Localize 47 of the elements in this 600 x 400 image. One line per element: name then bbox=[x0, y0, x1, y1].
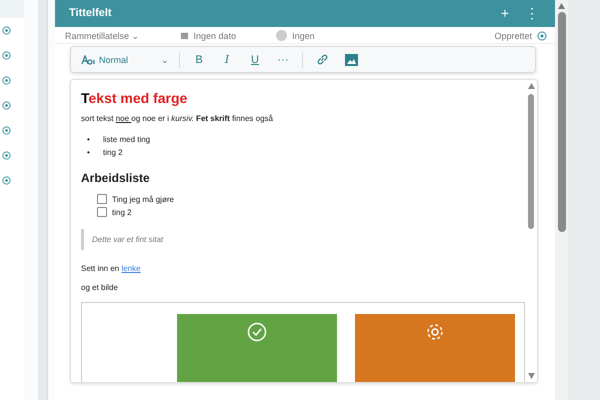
text-style-icon bbox=[81, 54, 95, 64]
radio-dot-icon bbox=[2, 26, 11, 35]
radio-dot-icon bbox=[2, 126, 11, 135]
text-line: og et bilde bbox=[81, 282, 119, 292]
more-button[interactable]: ⋮ bbox=[517, 5, 547, 22]
radio-dot-icon bbox=[2, 76, 11, 85]
status-label: Opprettet bbox=[494, 30, 532, 41]
scroll-up-icon[interactable] bbox=[558, 3, 565, 9]
italic-button[interactable]: I bbox=[214, 53, 240, 66]
bullet-marker: • bbox=[87, 134, 91, 146]
panel-title: Tittelfelt bbox=[69, 7, 113, 20]
more-button[interactable]: ··· bbox=[270, 54, 296, 66]
bullet-item: liste med ting bbox=[103, 134, 150, 146]
radio-dot-icon bbox=[2, 151, 11, 160]
add-button[interactable]: + bbox=[492, 5, 517, 22]
bold-button[interactable]: B bbox=[186, 54, 212, 66]
image-icon[interactable] bbox=[345, 54, 358, 66]
gear-icon bbox=[425, 322, 445, 342]
checkbox[interactable] bbox=[97, 207, 107, 218]
task-label: ting 2 bbox=[112, 208, 132, 217]
date-label: Ingen dato bbox=[194, 30, 236, 41]
calendar-icon bbox=[180, 31, 189, 40]
radio-dot-icon bbox=[537, 30, 547, 41]
scroll-down-icon[interactable] bbox=[528, 373, 534, 379]
checkmark-icon bbox=[247, 322, 267, 342]
assignee-label: Ingen bbox=[292, 30, 315, 41]
text-line: Sett inn en bbox=[81, 264, 120, 273]
subheading: Arbeidsliste bbox=[81, 170, 151, 185]
underline-button[interactable]: U bbox=[242, 54, 268, 66]
format-dropdown[interactable]: Normal ⌄ bbox=[77, 54, 173, 64]
radio-dot-icon bbox=[2, 51, 11, 60]
radio-dot-icon bbox=[2, 176, 11, 185]
bullet-marker: • bbox=[87, 146, 91, 159]
scrollbar[interactable] bbox=[555, 0, 568, 400]
type-dropdown[interactable]: Rammetillatelse ⌄ bbox=[65, 30, 140, 41]
quote: Dette var et fint sitat bbox=[81, 228, 515, 250]
heading: Tekst med farge bbox=[81, 90, 188, 106]
scroll-up-icon[interactable] bbox=[528, 82, 534, 89]
radio-dot-icon bbox=[2, 101, 11, 110]
link[interactable]: lenke bbox=[121, 264, 141, 273]
link-icon[interactable] bbox=[316, 53, 329, 66]
bullet-item: ting 2 bbox=[103, 146, 123, 159]
paragraph: sort tekst noe og noe er i kursiv. Fet skrift finnes også bbox=[81, 114, 274, 123]
checkbox[interactable] bbox=[97, 194, 107, 204]
avatar bbox=[276, 30, 288, 42]
task-label: Ting jeg må gjøre bbox=[112, 194, 174, 204]
editor-area[interactable]: Tekst med farge sort tekst noe og noe er i kursiv. Fet skrift finnes også • liste med ting • ting 2 Arbeidsliste Ting jeg må gjøre ting 2 Dette var et fint sitat Sett inn en lenke og et bilde bbox=[70, 78, 538, 383]
